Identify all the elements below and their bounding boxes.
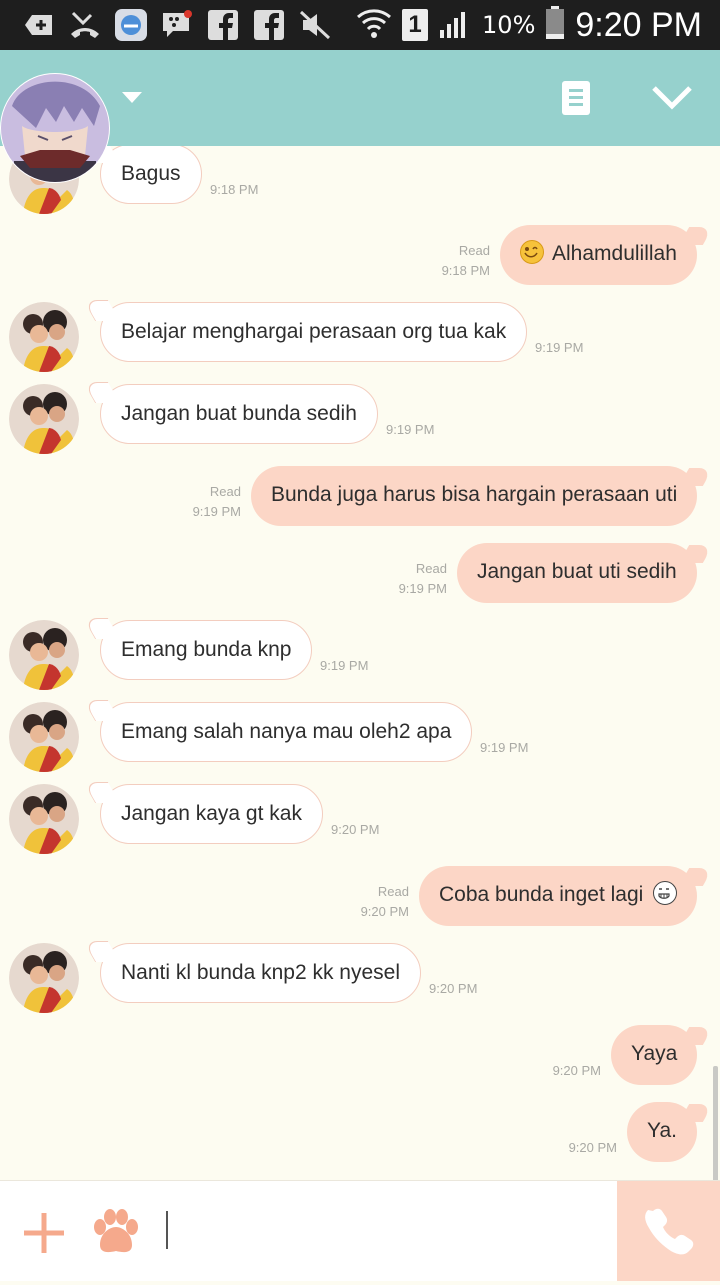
message-text: Belajar menghargai perasaan org tua kak <box>121 320 507 343</box>
incoming-message-bubble[interactable]: Belajar menghargai perasaan org tua kak <box>100 302 528 362</box>
outgoing-message-bubble[interactable]: Coba bunda inget lagi <box>419 866 698 926</box>
notes-icon[interactable] <box>562 81 590 115</box>
message-meta: 9:20 PM <box>331 820 379 840</box>
message-text: Bunda juga harus bisa hargain perasaan u… <box>271 483 678 506</box>
message-text: Nanti kl bunda knp2 kk nyesel <box>121 961 400 984</box>
paw-icon[interactable] <box>90 1207 142 1255</box>
message-text: Jangan buat bunda sedih <box>121 402 357 425</box>
smile-emoji-icon <box>520 240 544 264</box>
message-timestamp: 9:18 PM <box>210 182 259 197</box>
message-text: Jangan kaya gt kak <box>121 802 302 825</box>
outgoing-message-bubble[interactable]: Jangan buat uti sedih <box>457 543 697 603</box>
status-bar: 1 10% 9:20 PM <box>0 0 720 50</box>
text-cursor <box>166 1211 168 1249</box>
signal-icon <box>438 8 472 42</box>
battery-percent: 10% <box>482 11 536 39</box>
outgoing-message-bubble[interactable]: Alhamdulillah <box>500 225 697 285</box>
message-timestamp: 9:19 PM <box>535 340 584 355</box>
read-receipt: Read <box>377 884 409 899</box>
message-timestamp: 9:19 PM <box>320 658 369 673</box>
message-meta: 9:20 PM <box>553 1061 601 1081</box>
message-meta: Read 9:18 PM <box>442 241 490 281</box>
message-meta: 9:19 PM <box>386 420 434 440</box>
message-meta: 9:19 PM <box>320 656 368 676</box>
facebook-icon <box>252 8 286 42</box>
incoming-message-bubble[interactable]: Bagus <box>100 146 202 204</box>
message-text: Ya. <box>647 1119 677 1142</box>
read-receipt: Read <box>415 561 447 576</box>
outgoing-message-bubble[interactable]: Bunda juga harus bisa hargain perasaan u… <box>251 466 698 526</box>
message-timestamp: 9:19 PM <box>480 740 529 755</box>
incoming-message-bubble[interactable]: Emang salah nanya mau oleh2 apa <box>100 702 473 762</box>
message-timestamp: 9:20 PM <box>331 822 380 837</box>
message-meta: Read 9:20 PM <box>361 882 409 922</box>
sim-indicator-icon: 1 <box>402 9 429 41</box>
message-meta: Read 9:19 PM <box>193 482 241 522</box>
app-notification-icon <box>114 8 148 42</box>
message-timestamp: 9:20 PM <box>429 981 478 996</box>
sender-avatar[interactable] <box>9 302 79 372</box>
message-meta: Read 9:19 PM <box>399 559 447 599</box>
message-meta: 9:20 PM <box>569 1138 617 1158</box>
message-text: Yaya <box>631 1042 678 1065</box>
message-timestamp: 9:18 PM <box>441 263 490 278</box>
message-meta: 9:18 PM <box>210 180 258 200</box>
message-timestamp: 9:20 PM <box>568 1140 617 1155</box>
incoming-message-bubble[interactable]: Jangan kaya gt kak <box>100 784 323 844</box>
message-text: Coba bunda inget lagi <box>439 883 644 906</box>
message-timestamp: 9:19 PM <box>386 422 435 437</box>
message-timestamp: 9:19 PM <box>398 581 447 596</box>
call-button[interactable] <box>617 1181 720 1281</box>
facebook-icon <box>206 8 240 42</box>
sender-avatar[interactable] <box>9 384 79 454</box>
incoming-message-bubble[interactable]: Nanti kl bunda knp2 kk nyesel <box>100 943 421 1003</box>
message-text: Jangan buat uti sedih <box>477 560 677 583</box>
scrollbar[interactable] <box>713 1066 718 1180</box>
composer-bar <box>0 1180 720 1281</box>
bbm-icon <box>160 8 194 42</box>
incoming-message-bubble[interactable]: Emang bunda knp <box>100 620 313 680</box>
contact-avatar[interactable] <box>0 66 110 190</box>
message-text: Emang bunda knp <box>121 638 292 661</box>
phone-icon <box>645 1208 694 1255</box>
message-timestamp: 9:20 PM <box>552 1063 601 1078</box>
sender-avatar[interactable] <box>9 702 79 772</box>
sender-avatar[interactable] <box>9 784 79 854</box>
message-meta: 9:20 PM <box>429 979 477 999</box>
message-timestamp: 9:19 PM <box>192 504 241 519</box>
message-list[interactable]: Bagus 9:18 PM Alhamdulillah Read 9:18 PM Bela… <box>0 146 720 1180</box>
clock: 9:20 PM <box>575 5 702 44</box>
message-meta: 9:19 PM <box>480 738 528 758</box>
read-receipt: Read <box>209 484 241 499</box>
outgoing-message-bubble[interactable]: Yaya <box>611 1025 698 1085</box>
battery-icon <box>545 6 565 44</box>
mute-icon <box>298 8 332 42</box>
chevron-down-icon[interactable] <box>652 76 692 116</box>
missed-call-icon <box>68 8 102 42</box>
outgoing-message-bubble[interactable]: Ya. <box>627 1102 697 1162</box>
message-text: Bagus <box>121 162 181 185</box>
sender-avatar[interactable] <box>9 620 79 690</box>
message-timestamp: 9:20 PM <box>360 904 409 919</box>
grin-emoji-icon <box>653 881 678 905</box>
read-receipt: Read <box>458 243 490 258</box>
message-input[interactable] <box>166 1211 590 1253</box>
message-meta: 9:19 PM <box>535 338 583 358</box>
incoming-message-bubble[interactable]: Jangan buat bunda sedih <box>100 384 378 444</box>
add-notification-icon <box>22 8 56 42</box>
caret-down-icon[interactable] <box>122 92 142 103</box>
plus-icon[interactable] <box>22 1211 66 1255</box>
sender-avatar[interactable] <box>9 943 79 1013</box>
wifi-icon <box>356 7 392 43</box>
message-text: Alhamdulillah <box>552 242 677 265</box>
message-text: Emang salah nanya mau oleh2 apa <box>121 720 452 743</box>
